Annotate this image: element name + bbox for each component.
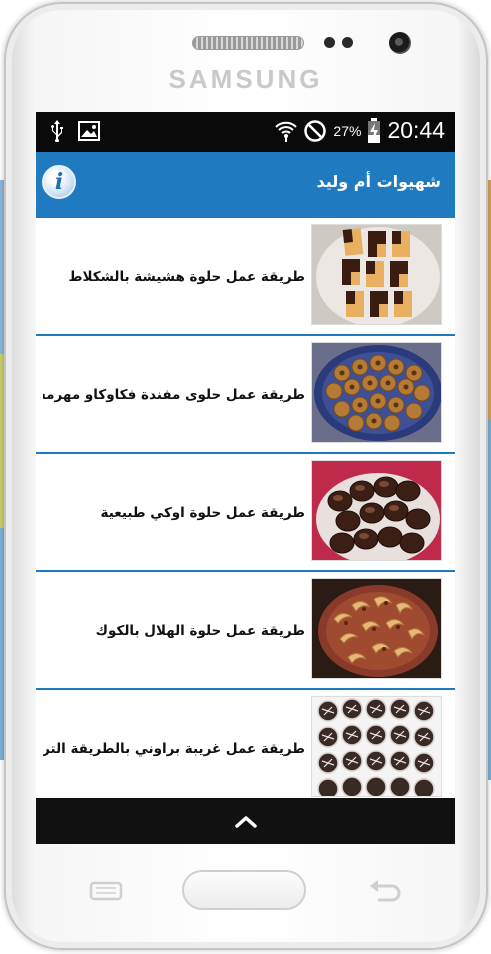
recipe-thumbnail xyxy=(311,696,442,797)
app-title: شهيوات أم وليد xyxy=(316,172,442,191)
proximity-sensor xyxy=(324,37,335,48)
list-item[interactable]: طريقة عمل حلوى مفندة فكاوكاو مهرمش xyxy=(36,336,455,453)
front-camera xyxy=(389,32,411,54)
list-item[interactable]: طريقة عمل حلوة اوكي طبيعية xyxy=(36,454,455,571)
recipe-title: طريقة عمل حلوة الهلال بالكوك xyxy=(95,622,305,639)
recipe-thumbnail xyxy=(311,460,442,561)
recipe-title: طريقة عمل حلوة هشيشة بالشكلاط xyxy=(68,268,305,285)
battery-charging-icon xyxy=(368,117,381,143)
recipe-list: طريقة عمل حلوة هشيشة بالشكلاط طريقة عمل … xyxy=(36,218,455,798)
earpiece-speaker xyxy=(192,36,304,50)
back-hardware-key-icon[interactable] xyxy=(366,878,404,904)
list-item[interactable]: طريقة عمل حلوة الهلال بالكوك xyxy=(36,572,455,689)
battery-percent: 27% xyxy=(333,122,362,139)
light-sensor xyxy=(342,37,353,48)
recipe-thumbnail xyxy=(311,578,442,679)
recipe-thumbnail xyxy=(311,342,442,443)
info-icon[interactable]: i xyxy=(42,165,76,199)
chevron-up-icon[interactable] xyxy=(234,814,257,828)
wifi-icon xyxy=(275,121,298,142)
list-item[interactable]: طريقة عمل غريبة براوني بالطريقة التركية xyxy=(36,690,455,798)
list-item[interactable]: طريقة عمل حلوة هشيشة بالشكلاط xyxy=(36,218,455,335)
menu-hardware-key-icon[interactable] xyxy=(88,880,124,902)
recipe-title: طريقة عمل حلوة اوكي طبيعية xyxy=(100,504,305,521)
clock: 20:44 xyxy=(387,117,445,143)
screen: 27% 20:44 i شهيوات أم وليد طريقة عمل حلو… xyxy=(36,112,455,844)
recipe-title: طريقة عمل غريبة براوني بالطريقة التركية xyxy=(43,740,305,757)
recipe-thumbnail xyxy=(311,224,442,325)
image-icon xyxy=(78,121,100,141)
usb-icon xyxy=(51,120,63,142)
brand-logo: SAMSUNG xyxy=(168,64,323,94)
app-bar: i شهيوات أم وليد xyxy=(36,152,455,218)
home-hardware-button[interactable] xyxy=(182,870,306,910)
status-bar: 27% 20:44 xyxy=(36,112,455,152)
navigation-bar xyxy=(36,798,455,844)
no-sim-icon xyxy=(304,119,327,142)
recipe-title: طريقة عمل حلوى مفندة فكاوكاو مهرمش xyxy=(43,386,305,403)
